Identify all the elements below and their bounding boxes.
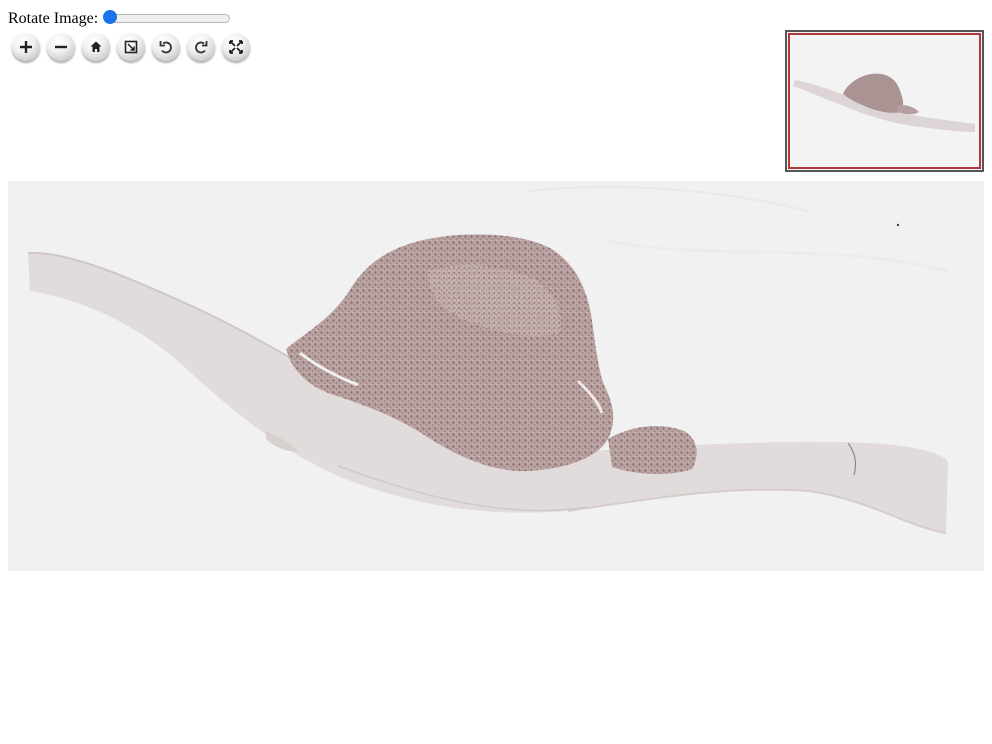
rotate-right-icon — [194, 41, 207, 54]
rotate-label: Rotate Image: — [8, 10, 99, 27]
rotate-left-button[interactable] — [149, 31, 182, 63]
slide-image — [8, 181, 984, 571]
rotate-control: Rotate Image: — [8, 8, 231, 30]
minus-icon — [54, 45, 67, 49]
flip-icon — [228, 40, 243, 54]
zoom-out-button[interactable] — [44, 31, 77, 63]
zoom-in-button[interactable] — [9, 31, 42, 63]
rotate-right-button[interactable] — [184, 31, 217, 63]
full-page-button[interactable] — [114, 31, 147, 63]
home-icon — [90, 41, 101, 52]
slide-viewer[interactable] — [8, 181, 984, 571]
navigator-thumbnail[interactable] — [785, 30, 984, 172]
navigator-viewport-region[interactable] — [788, 33, 981, 169]
flip-button[interactable] — [219, 31, 252, 63]
plus-icon — [19, 41, 32, 53]
rotate-slider-track — [104, 14, 231, 23]
rotate-slider[interactable] — [103, 8, 231, 30]
rotate-left-icon — [159, 41, 172, 54]
viewer-toolbar — [9, 31, 254, 63]
fullpage-icon — [124, 40, 137, 54]
home-button[interactable] — [79, 31, 112, 63]
